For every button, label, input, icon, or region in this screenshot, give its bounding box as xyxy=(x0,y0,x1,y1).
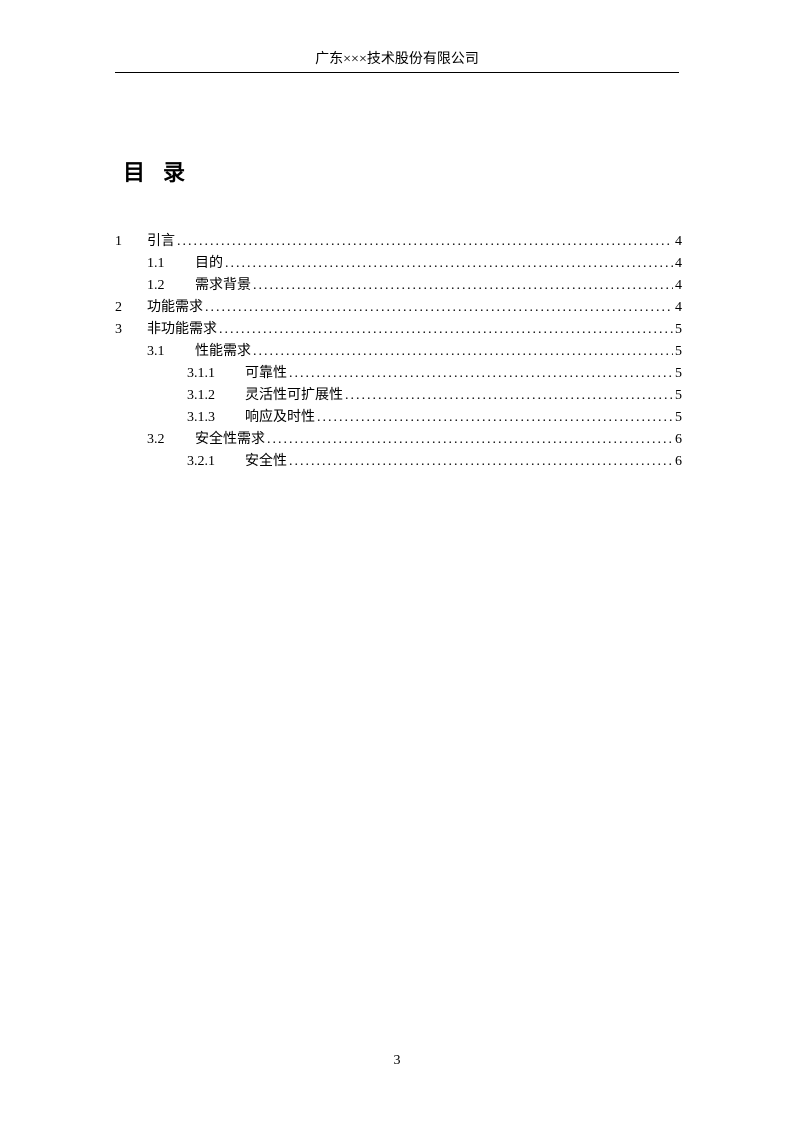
toc-entry: 1.1 目的 4 xyxy=(115,253,682,275)
toc-entry-label: 响应及时性 xyxy=(245,407,315,429)
toc-entry-page: 5 xyxy=(673,341,682,363)
toc-title: 目录 xyxy=(123,155,682,187)
toc-entry-label: 安全性 xyxy=(245,451,287,473)
toc-entry-label: 灵活性可扩展性 xyxy=(245,385,343,407)
toc-entry-number: 3 xyxy=(115,319,139,341)
toc-entry-number: 3.2.1 xyxy=(187,451,229,473)
toc-entry-label: 引言 xyxy=(147,231,175,253)
toc-entry-page: 6 xyxy=(673,429,682,451)
toc-entry: 3.1.3 响应及时性 5 xyxy=(115,407,682,429)
toc-entry: 2 功能需求 4 xyxy=(115,297,682,319)
toc-entry: 3.1.2 灵活性可扩展性 5 xyxy=(115,385,682,407)
page-header: 广东×××技术股份有限公司 xyxy=(115,48,679,73)
toc-entry-page: 5 xyxy=(673,319,682,341)
toc-entry: 3.2 安全性需求 6 xyxy=(115,429,682,451)
toc-leader-dots xyxy=(223,253,673,275)
toc-list: 1引言41.1目的41.2需求背景42功能需求43非功能需求53.1性能需求53… xyxy=(115,231,682,473)
toc-entry: 3.2.1 安全性 6 xyxy=(115,451,682,473)
toc-entry-label: 非功能需求 xyxy=(147,319,217,341)
page-number: 3 xyxy=(0,1053,794,1069)
toc-leader-dots xyxy=(203,297,673,319)
toc-entry-label: 功能需求 xyxy=(147,297,203,319)
toc-entry-label: 目的 xyxy=(195,253,223,275)
toc-entry: 1 引言 4 xyxy=(115,231,682,253)
toc-leader-dots xyxy=(175,231,673,253)
toc-entry-number: 1.2 xyxy=(147,275,177,297)
toc-entry: 3 非功能需求 5 xyxy=(115,319,682,341)
toc-entry-page: 5 xyxy=(673,363,682,385)
toc-leader-dots xyxy=(287,451,673,473)
toc-entry-page: 5 xyxy=(673,385,682,407)
toc-entry-label: 安全性需求 xyxy=(195,429,265,451)
toc-entry-page: 5 xyxy=(673,407,682,429)
toc-leader-dots xyxy=(251,275,673,297)
toc-entry-number: 3.1.3 xyxy=(187,407,229,429)
toc-leader-dots xyxy=(315,407,673,429)
toc-entry: 3.1 性能需求 5 xyxy=(115,341,682,363)
toc-entry-page: 4 xyxy=(673,253,682,275)
toc-entry-page: 4 xyxy=(673,297,682,319)
toc-entry-label: 需求背景 xyxy=(195,275,251,297)
toc-entry-page: 6 xyxy=(673,451,682,473)
toc-leader-dots xyxy=(265,429,673,451)
toc-entry-label: 性能需求 xyxy=(195,341,251,363)
company-name: 广东×××技术股份有限公司 xyxy=(315,52,479,67)
toc-entry-page: 4 xyxy=(673,231,682,253)
toc-leader-dots xyxy=(217,319,673,341)
toc-entry-number: 1.1 xyxy=(147,253,177,275)
toc-entry: 3.1.1 可靠性 5 xyxy=(115,363,682,385)
toc-entry-number: 1 xyxy=(115,231,139,253)
toc-leader-dots xyxy=(251,341,673,363)
toc-leader-dots xyxy=(287,363,673,385)
toc-entry-number: 2 xyxy=(115,297,139,319)
content-area: 目录 1 引言 4 1.1 目的 4 1.2 需求背景 4 2 功能需求 4 3 非功能需求 5 3.1 性能需… xyxy=(115,155,682,473)
toc-entry-label: 可靠性 xyxy=(245,363,287,385)
toc-entry-number: 3.1.1 xyxy=(187,363,229,385)
toc-entry-page: 4 xyxy=(673,275,682,297)
toc-entry-number: 3.1 xyxy=(147,341,177,363)
toc-entry-number: 3.1.2 xyxy=(187,385,229,407)
toc-entry-number: 3.2 xyxy=(147,429,177,451)
toc-entry: 1.2 需求背景 4 xyxy=(115,275,682,297)
toc-leader-dots xyxy=(343,385,673,407)
